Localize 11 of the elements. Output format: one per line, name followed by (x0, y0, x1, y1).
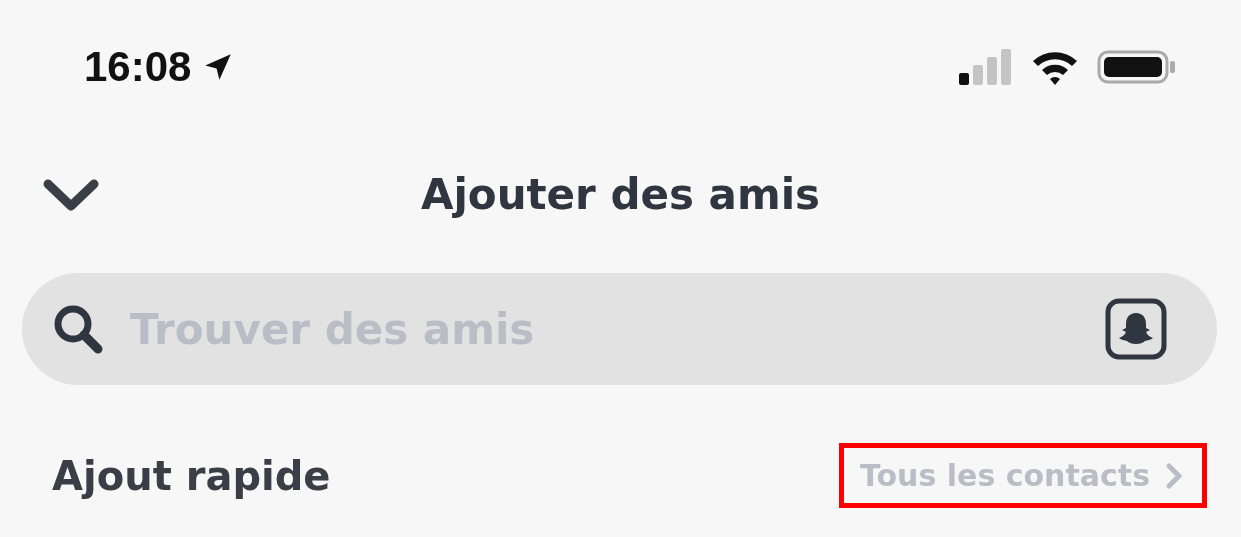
wifi-icon (1031, 49, 1079, 85)
battery-icon (1097, 49, 1177, 85)
search-icon (52, 303, 104, 355)
chevron-right-icon (1166, 462, 1182, 489)
signal-icon (959, 49, 1013, 85)
chevron-down-icon[interactable] (42, 177, 100, 212)
status-time: 16:08 (84, 43, 192, 91)
page-title: Ajouter des amis (419, 170, 822, 219)
all-contacts-link[interactable]: Tous les contacts (839, 443, 1207, 508)
section-title: Ajout rapide (52, 452, 331, 499)
ghost-icon[interactable] (1105, 298, 1167, 360)
